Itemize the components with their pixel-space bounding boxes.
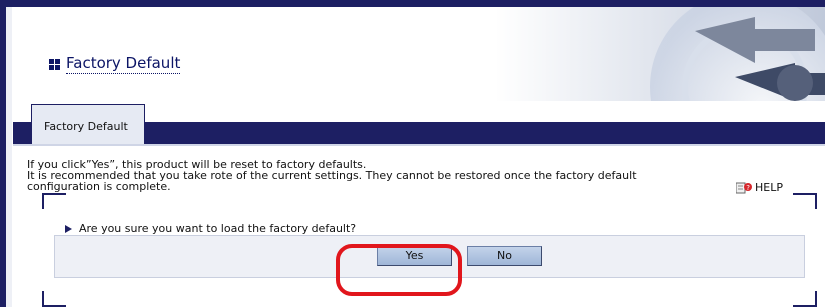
- title-grid-icon: [49, 59, 61, 71]
- description-text: If you click”Yes”, this product will be …: [27, 159, 667, 192]
- frame-corner: [793, 291, 817, 307]
- tab-divider: [13, 144, 825, 146]
- triangle-right-icon: [65, 224, 72, 233]
- left-frame-bar: [0, 7, 12, 307]
- confirm-question: Are you sure you want to load the factor…: [65, 222, 356, 235]
- button-panel: Yes No: [54, 235, 805, 278]
- confirm-section: Are you sure you want to load the factor…: [42, 193, 817, 307]
- frame-corner: [793, 193, 817, 209]
- tab-label: Factory Default: [44, 120, 128, 133]
- main-content: Factory Default Factory Default If you c…: [13, 7, 825, 307]
- no-button[interactable]: No: [467, 246, 542, 266]
- page-title: Factory Default: [66, 54, 181, 74]
- help-link[interactable]: ? HELP: [736, 180, 783, 194]
- frame-corner: [42, 193, 66, 209]
- frame-corner: [42, 291, 66, 307]
- top-frame-bar: [0, 0, 825, 7]
- question-text: Are you sure you want to load the factor…: [79, 222, 357, 235]
- page-header: Factory Default: [13, 7, 825, 101]
- header-decoration-image: [495, 7, 825, 101]
- yes-button[interactable]: Yes: [377, 246, 452, 266]
- svg-text:?: ?: [746, 184, 750, 192]
- help-label: HELP: [755, 180, 783, 194]
- tab-factory-default[interactable]: Factory Default: [31, 104, 145, 144]
- help-book-icon: ?: [736, 182, 752, 193]
- description-line: configuration is complete.: [27, 180, 171, 193]
